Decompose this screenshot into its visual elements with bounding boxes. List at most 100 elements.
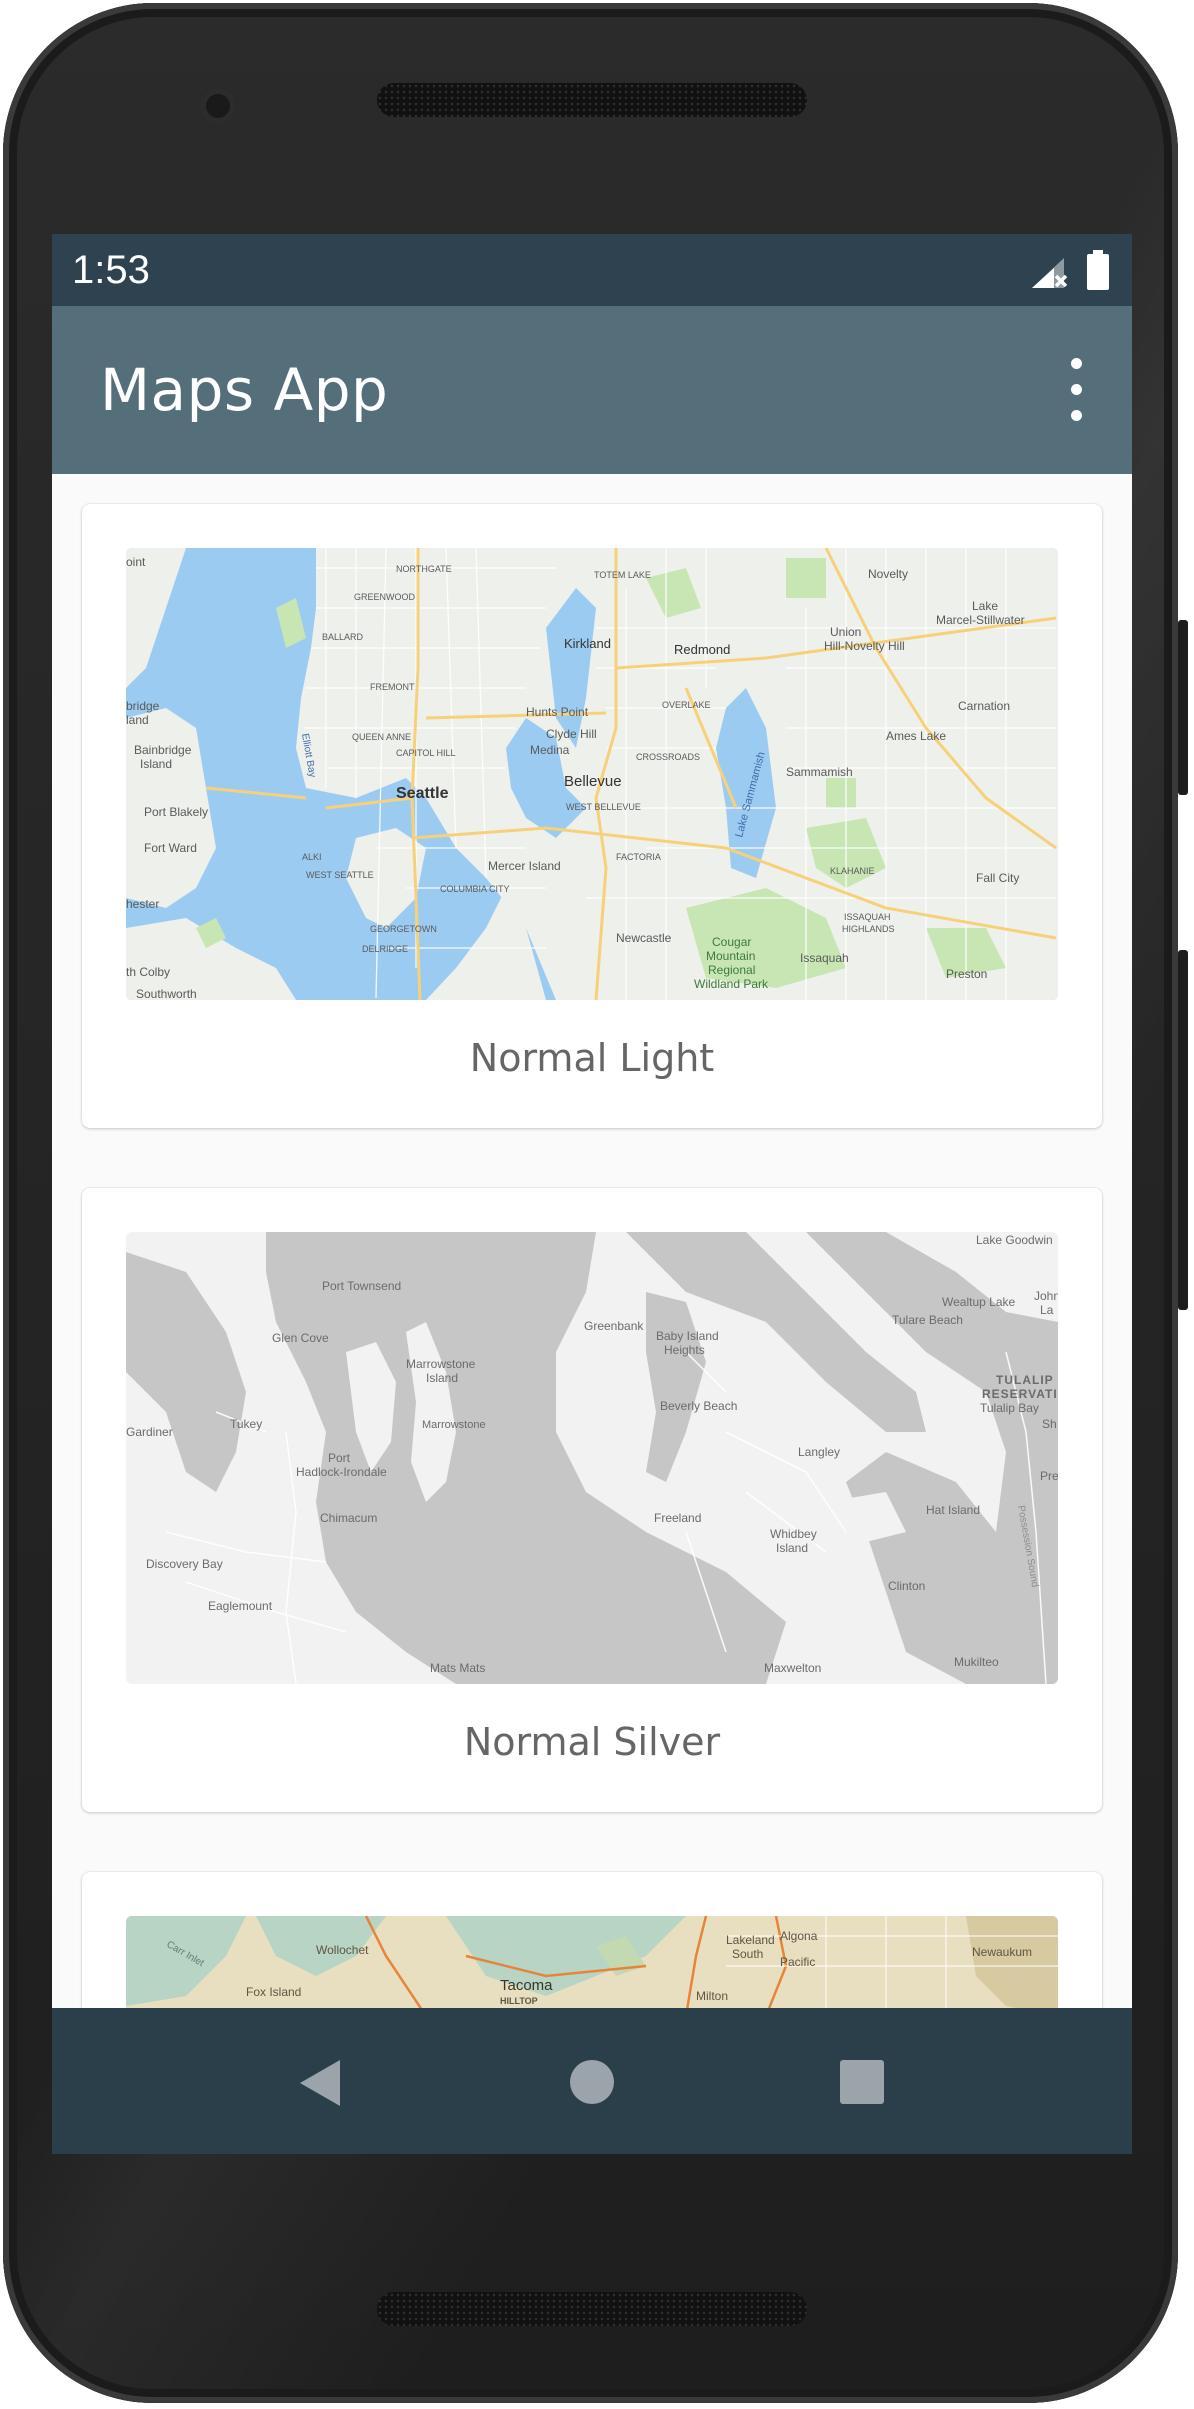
map-label-factoria: FACTORIA [616,852,661,862]
map-style-card-normal-silver[interactable]: Port Townsend Glen Cove Marrowstone Isla… [82,1188,1102,1812]
map-label-south: South [732,1947,763,1961]
map-label-tacoma: Tacoma [500,1977,553,1994]
front-camera [200,88,236,124]
card-label-normal-silver: Normal Silver [463,1720,721,1764]
map-label-tulalip: TULALIP [996,1373,1054,1387]
map-label-west-bellevue: WEST BELLEVUE [566,802,641,812]
map-label-greenbank: Greenbank [584,1319,644,1333]
map-label-fort-ward: Fort Ward [144,841,197,855]
map-label-columbia-city: COLUMBIA CITY [440,884,510,894]
map-label-hat-island: Hat Island [926,1503,980,1517]
map-label-greenwood: GREENWOOD [354,592,416,602]
map-label-gardiner: Gardiner [126,1425,173,1439]
map-label-ames-lake: Ames Lake [886,729,946,743]
map-label-bellevue: Bellevue [564,773,622,790]
map-preview-normal-light: Seattle Bellevue Kirkland Redmond Sammam… [126,548,1058,1000]
map-label-northgate: NORTHGATE [396,564,452,574]
map-label-mercer-island: Mercer Island [488,859,561,873]
map-label-beverly-beach: Beverly Beach [660,1399,737,1413]
home-circle-icon[interactable] [570,2060,614,2104]
map-label-totem-lake: TOTEM LAKE [594,570,651,580]
map-style-list[interactable]: Seattle Bellevue Kirkland Redmond Sammam… [52,474,1132,2008]
app-title: Maps App [100,356,389,424]
more-vert-icon[interactable] [1056,358,1096,422]
map-label-land: land [126,713,149,727]
map-label-clyde-hill: Clyde Hill [546,727,597,741]
map-label-port-blakely: Port Blakely [144,805,208,819]
status-time: 1:53 [72,248,150,292]
map-preview-normal-silver: Port Townsend Glen Cove Marrowstone Isla… [126,1232,1058,1684]
map-label-eaglemount: Eaglemount [208,1599,273,1613]
map-label-port: Port [328,1451,351,1465]
map-label-whidbey: Whidbey [770,1527,817,1541]
map-label-marrowstone-island: Marrowstone [406,1357,476,1371]
map-label-hunts-point: Hunts Point [526,705,589,719]
map-label-clinton: Clinton [888,1579,925,1593]
map-label-wildland-park: Wildland Park [694,977,769,991]
map-label-queen-anne: QUEEN ANNE [352,732,411,742]
map-label-lakeland: Lakeland [726,1933,775,1947]
map-style-card-normal-light[interactable]: Seattle Bellevue Kirkland Redmond Sammam… [82,504,1102,1128]
volume-button [1178,620,1188,795]
device-screen: 1:53 Maps App Seattle Bellevue Kirkland … [52,234,1132,2154]
map-label-maxwelton: Maxwelton [764,1661,821,1675]
map-label-carnation: Carnation [958,699,1010,713]
map-label-marcel: Marcel-Stillwater [936,613,1025,627]
map-label-milton: Milton [696,1989,728,2003]
map-label-seattle: Seattle [396,785,449,802]
map-label-southworth: Southworth [136,987,197,1000]
map-label-th-colby: th Colby [126,965,170,979]
map-label-tukey: Tukey [230,1417,262,1431]
map-label-wealtup-lake: Wealtup Lake [942,1295,1015,1309]
map-label-fall-city: Fall City [976,871,1019,885]
map-label-heights: Heights [664,1343,705,1357]
map-style-card-retro[interactable]: Wollochet Fox Island Tacoma HILLTOP Milt… [82,1872,1102,2008]
map-label-tulare-beach: Tulare Beach [892,1313,963,1327]
back-triangle-icon[interactable] [298,2058,342,2108]
map-label-west-seattle: WEST SEATTLE [306,870,374,880]
map-label-port-townsend: Port Townsend [322,1279,401,1293]
status-bar: 1:53 [52,234,1132,306]
battery-full-icon [1087,250,1109,290]
power-button [1178,950,1188,1310]
map-label-oint: oint [126,555,146,569]
map-label-lake-goodwin: Lake Goodwin [976,1233,1053,1247]
map-label-hester: hester [126,897,159,911]
map-label-reservation: RESERVATIO [982,1387,1058,1401]
map-label-georgetown: GEORGETOWN [370,924,437,934]
map-label-alki: ALKI [302,852,322,862]
map-label-sh: Sh [1042,1417,1057,1431]
map-label-medina: Medina [530,743,570,757]
map-label-freeland: Freeland [654,1511,701,1525]
app-bar: Maps App [52,306,1132,474]
map-label-bainbridge: Bainbridge [134,743,192,757]
map-label-newaukum: Newaukum [972,1945,1032,1959]
map-label-hilltop: HILLTOP [500,1996,538,2006]
map-label-john: John [1034,1289,1058,1303]
map-label-delridge: DELRIDGE [362,944,408,954]
map-label-baby-island: Baby Island [656,1329,719,1343]
map-label-marrowstone: Marrowstone [422,1419,486,1431]
map-label-preston: Preston [946,967,987,981]
map-label-tulalip-bay: Tulalip Bay [980,1401,1039,1415]
map-label-island: Island [140,757,172,771]
bottom-speaker-grille [377,2292,807,2326]
map-label-lake: Lake [972,599,998,613]
map-label-union: Union [830,625,861,639]
map-label-la: La [1040,1303,1054,1317]
map-label-mukilteo: Mukilteo [954,1655,999,1669]
map-label-chimacum: Chimacum [320,1511,377,1525]
map-label-novelty: Novelty [868,567,908,581]
recents-square-icon[interactable] [840,2060,884,2104]
map-label-regional: Regional [708,963,755,977]
map-label-discovery-bay: Discovery Bay [146,1557,223,1571]
map-label-fox-island: Fox Island [246,1985,301,1999]
map-label-island: Island [426,1371,458,1385]
map-label-wollochet: Wollochet [316,1943,369,1957]
map-label-mountain: Mountain [706,949,755,963]
top-speaker-grille [377,83,807,117]
map-label-overlake: OVERLAKE [662,700,711,710]
map-label-issaquah-highlands: ISSAQUAH [844,912,891,922]
map-label-hill-novelty: Hill-Novelty Hill [824,639,905,653]
map-label-kirkland: Kirkland [564,636,611,651]
